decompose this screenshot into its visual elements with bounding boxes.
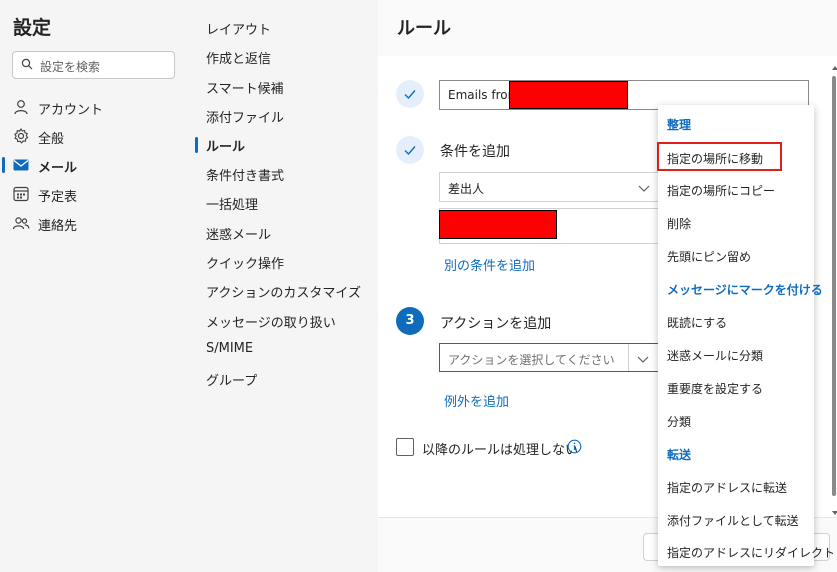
action-select-placeholder: アクションを選択してください [448, 353, 615, 367]
menu-group-header: メッセージにマークを付ける [667, 283, 823, 297]
submenu-attachments[interactable]: 添付ファイル [206, 107, 284, 126]
menu-item-pin[interactable]: 先頭にピン留め [667, 248, 751, 265]
step-2-complete [396, 136, 424, 164]
menu-item-categorize[interactable]: 分類 [667, 413, 691, 430]
category-label: 予定表 [38, 190, 78, 205]
submenu-customize-actions[interactable]: アクションのカスタマイズ [206, 282, 361, 301]
redaction-box [439, 210, 557, 239]
menu-item-forward-to[interactable]: 指定のアドレスに転送 [667, 479, 787, 496]
settings-category-pane [0, 0, 195, 571]
scroll-down-arrow[interactable] [832, 505, 837, 520]
selection-indicator [195, 137, 198, 153]
settings-title: 設定 [13, 17, 52, 39]
menu-item-set-importance[interactable]: 重要度を設定する [667, 380, 763, 397]
select-divider [628, 344, 629, 371]
search-icon [21, 58, 33, 74]
menu-item-redirect-to[interactable]: 指定のアドレスにリダイレクト [667, 544, 835, 561]
condition-select[interactable]: 差出人 [439, 172, 659, 202]
step-1-complete [396, 80, 424, 108]
category-contacts[interactable]: 連絡先 [12, 212, 172, 238]
category-general[interactable]: 全般 [12, 125, 172, 151]
checkmark-icon [403, 90, 417, 105]
submenu-layout[interactable]: レイアウト [206, 19, 271, 38]
category-label: 連絡先 [38, 219, 78, 234]
submenu-quick-steps[interactable]: クイック操作 [206, 253, 284, 272]
menu-group-header: 整理 [667, 118, 692, 132]
action-dropdown-menu: 整理 指定の場所に移動 指定の場所にコピー 削除 先頭にピン留め メッセージにマ… [658, 105, 835, 566]
calendar-icon [12, 185, 30, 203]
category-label: アカウント [38, 103, 104, 118]
submenu-groups[interactable]: グループ [206, 370, 257, 389]
submenu-message-handling[interactable]: メッセージの取り扱い [206, 312, 336, 331]
category-mail[interactable]: メール [12, 154, 172, 180]
chevron-down-icon [637, 353, 649, 368]
submenu-compose-reply[interactable]: 作成と返信 [206, 48, 271, 67]
submenu-conditional-formatting[interactable]: 条件付き書式 [206, 165, 284, 184]
submenu-junk-email[interactable]: 迷惑メール [206, 224, 271, 243]
add-condition-link[interactable]: 別の条件を追加 [444, 255, 535, 274]
menu-group-header: 転送 [667, 448, 692, 462]
person-icon [12, 98, 30, 116]
category-label: 全般 [38, 132, 65, 147]
submenu-smart-suggestions[interactable]: スマート候補 [206, 78, 284, 97]
submenu-smime[interactable]: S/MIME [206, 341, 253, 356]
add-exception-link[interactable]: 例外を追加 [444, 391, 509, 410]
actions-heading: アクションを追加 [440, 316, 552, 332]
category-calendar[interactable]: 予定表 [12, 183, 172, 209]
page-title: ルール [397, 18, 451, 39]
menu-item-delete[interactable]: 削除 [667, 215, 691, 232]
category-account[interactable]: アカウント [12, 96, 172, 122]
conditions-heading: 条件を追加 [440, 144, 510, 160]
highlight-box [657, 142, 782, 171]
search-placeholder: 設定を検索 [40, 60, 101, 74]
settings-search-input[interactable]: 設定を検索 [12, 51, 175, 79]
category-label: メール [38, 161, 78, 176]
menu-item-copy-to[interactable]: 指定の場所にコピー [667, 182, 775, 199]
chevron-down-icon [638, 182, 650, 197]
checkmark-icon [403, 146, 417, 161]
menu-item-forward-as-attachment[interactable]: 添付ファイルとして転送 [667, 512, 799, 529]
people-icon [12, 214, 30, 232]
info-icon[interactable] [567, 439, 582, 458]
menu-item-mark-read[interactable]: 既読にする [667, 314, 727, 331]
selection-indicator [2, 157, 5, 173]
menu-item-mark-junk[interactable]: 迷惑メールに分類 [667, 347, 763, 364]
step-3-number: 3 [396, 307, 424, 335]
action-select[interactable]: アクションを選択してください [439, 343, 659, 372]
scroll-up-arrow[interactable] [832, 60, 837, 75]
condition-select-value: 差出人 [448, 182, 485, 196]
gear-icon [12, 127, 30, 145]
redaction-box [509, 81, 628, 109]
stop-processing-checkbox[interactable] [396, 438, 414, 456]
submenu-rules[interactable]: ルール [206, 136, 245, 155]
submenu-sweep[interactable]: 一括処理 [206, 194, 258, 213]
mail-icon [12, 156, 30, 174]
scrollbar-thumb[interactable] [832, 76, 836, 496]
stop-processing-label: 以降のルールは処理しない [422, 443, 579, 458]
